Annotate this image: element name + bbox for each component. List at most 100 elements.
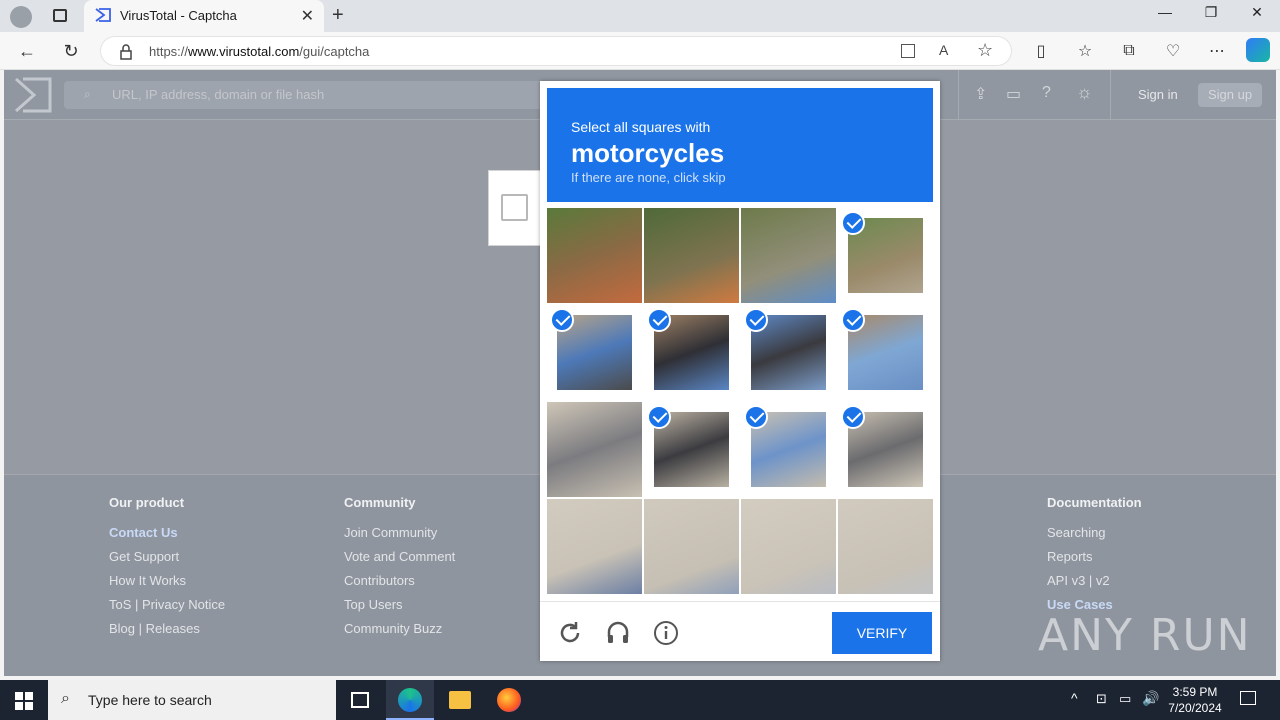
collections-icon[interactable]: ⧉ xyxy=(1118,40,1140,62)
captcha-tile[interactable] xyxy=(741,208,836,303)
captcha-tile[interactable] xyxy=(547,402,642,497)
tile-image xyxy=(741,499,836,594)
refresh-icon[interactable]: ↻ xyxy=(60,40,82,62)
captcha-header: Select all squares with motorcycles If t… xyxy=(547,88,933,202)
read-aloud-icon[interactable]: A xyxy=(939,42,948,58)
settings-more-icon[interactable]: ⋯ xyxy=(1206,40,1228,62)
edge-icon xyxy=(398,688,422,712)
footer-link[interactable]: Searching xyxy=(1047,525,1142,549)
virustotal-favicon-icon xyxy=(95,8,111,22)
footer-link[interactable]: Blog | Releases xyxy=(109,621,225,645)
taskbar-search-input[interactable]: ⌕ Type here to search xyxy=(48,680,336,720)
footer-link[interactable]: ToS | Privacy Notice xyxy=(109,597,225,621)
captcha-tile[interactable] xyxy=(838,208,933,303)
tab-actions-icon[interactable] xyxy=(53,9,67,22)
notification-center-icon[interactable] xyxy=(1240,691,1256,705)
header-divider xyxy=(958,70,959,120)
captcha-subtext: If there are none, click skip xyxy=(571,170,726,185)
captcha-tile[interactable] xyxy=(838,305,933,400)
notifications-icon[interactable]: ▭ xyxy=(1006,84,1021,104)
virustotal-logo-icon[interactable] xyxy=(14,77,52,113)
windows-start-icon[interactable] xyxy=(15,692,33,710)
tile-image xyxy=(547,208,642,303)
back-icon[interactable]: ← xyxy=(16,40,38,62)
footer-link[interactable]: Top Users xyxy=(344,597,455,621)
browser-essentials-icon[interactable]: ♡ xyxy=(1162,40,1184,62)
footer-link[interactable]: Community Buzz xyxy=(344,621,455,645)
selected-check-icon xyxy=(841,405,865,429)
favorites-icon[interactable]: ☆ xyxy=(1074,40,1096,62)
search-input[interactable]: ⌕ URL, IP address, domain or file hash xyxy=(64,81,544,109)
captcha-prompt: Select all squares with xyxy=(571,119,711,135)
footer-link[interactable]: Reports xyxy=(1047,549,1142,573)
url-text: https://www.virustotal.com/gui/captcha xyxy=(149,44,370,59)
tray-chevron-icon[interactable]: ^ xyxy=(1071,690,1078,706)
footer-link[interactable]: API v3 | v2 xyxy=(1047,573,1142,597)
captcha-tile[interactable] xyxy=(838,499,933,594)
firefox-icon[interactable] xyxy=(497,688,521,712)
taskbar-edge-button[interactable] xyxy=(386,680,434,720)
favorite-star-icon[interactable]: ☆ xyxy=(977,40,993,61)
footer-link[interactable]: How It Works xyxy=(109,573,225,597)
copilot-icon[interactable] xyxy=(1246,38,1270,62)
captcha-checkbox[interactable] xyxy=(501,194,528,221)
verify-button[interactable]: VERIFY xyxy=(832,612,932,654)
footer-link[interactable]: Get Support xyxy=(109,549,225,573)
volume-icon[interactable]: 🔊 xyxy=(1142,690,1159,707)
info-icon[interactable] xyxy=(652,619,680,647)
footer-col-community: Community Join Community Vote and Commen… xyxy=(344,495,455,645)
address-bar[interactable]: https://www.virustotal.com/gui/captcha A… xyxy=(100,36,1012,66)
captcha-tile[interactable] xyxy=(741,402,836,497)
reload-icon[interactable] xyxy=(556,619,584,647)
footer-link[interactable]: Contact Us xyxy=(109,525,225,549)
tile-image xyxy=(547,402,642,497)
captcha-tile[interactable] xyxy=(838,402,933,497)
captcha-tile[interactable] xyxy=(547,305,642,400)
network-icon[interactable]: ▭ xyxy=(1119,691,1131,707)
file-explorer-icon[interactable] xyxy=(449,691,471,709)
maximize-icon[interactable]: ❐ xyxy=(1188,4,1234,28)
footer-heading: Our product xyxy=(109,495,185,510)
upload-icon[interactable]: ⇪ xyxy=(974,84,987,104)
tile-image xyxy=(644,208,739,303)
captcha-grid xyxy=(547,208,933,594)
lock-icon[interactable] xyxy=(119,44,133,60)
app-available-icon[interactable] xyxy=(901,44,915,58)
captcha-tile[interactable] xyxy=(644,499,739,594)
footer-link[interactable]: Vote and Comment xyxy=(344,549,455,573)
split-screen-icon[interactable]: ▯ xyxy=(1030,40,1052,62)
captcha-tile[interactable] xyxy=(644,305,739,400)
selected-check-icon xyxy=(744,308,768,332)
theme-toggle-icon[interactable]: ☼ xyxy=(1076,82,1093,103)
help-icon[interactable]: ? xyxy=(1042,84,1051,102)
task-view-icon[interactable] xyxy=(351,692,369,708)
close-window-icon[interactable]: ✕ xyxy=(1234,4,1280,28)
captcha-tile[interactable] xyxy=(644,402,739,497)
taskbar-clock[interactable]: 3:59 PM 7/20/2024 xyxy=(1164,684,1226,716)
captcha-tile[interactable] xyxy=(741,305,836,400)
captcha-tile[interactable] xyxy=(547,499,642,594)
captcha-tile[interactable] xyxy=(547,208,642,303)
footer-link[interactable]: Contributors xyxy=(344,573,455,597)
captcha-tile[interactable] xyxy=(644,208,739,303)
captcha-tile[interactable] xyxy=(741,499,836,594)
minimize-icon[interactable]: — xyxy=(1142,4,1188,28)
tab-virustotal[interactable]: VirusTotal - Captcha ✕ xyxy=(84,0,324,32)
captcha-object: motorcycles xyxy=(571,138,725,168)
footer-heading: Documentation xyxy=(1047,495,1142,510)
close-tab-icon[interactable]: ✕ xyxy=(301,6,314,26)
tile-image xyxy=(838,499,933,594)
sign-in-link[interactable]: Sign in xyxy=(1138,87,1178,102)
tray-device-icon[interactable]: ⊡ xyxy=(1096,691,1107,707)
sign-up-button[interactable]: Sign up xyxy=(1198,83,1262,107)
tab-strip: VirusTotal - Captcha ✕ + — ❐ ✕ xyxy=(0,0,1280,32)
footer-link[interactable]: Join Community xyxy=(344,525,455,549)
new-tab-icon[interactable]: + xyxy=(332,4,344,27)
taskbar: ⌕ Type here to search ^ ⊡ ▭ 🔊 3:59 PM 7/… xyxy=(0,680,1280,720)
search-placeholder: URL, IP address, domain or file hash xyxy=(112,87,325,102)
audio-challenge-icon[interactable] xyxy=(604,619,632,647)
taskbar-search-placeholder: Type here to search xyxy=(88,692,212,708)
profile-icon[interactable] xyxy=(10,6,32,28)
footer-col-product: Our product Contact Us Get Support How I… xyxy=(109,495,225,645)
selected-check-icon xyxy=(744,405,768,429)
